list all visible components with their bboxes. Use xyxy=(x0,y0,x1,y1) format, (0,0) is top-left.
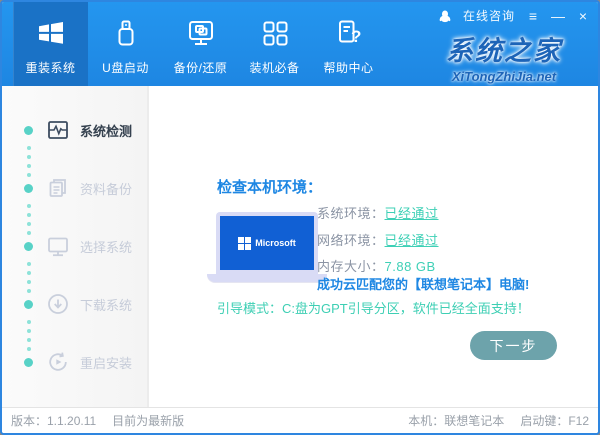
app-window: 重装系统 U盘启动 备份/还原 装机必备 ? 帮助中心 在线咨询 ≡ — × 系… xyxy=(0,0,600,435)
restart-install-icon xyxy=(46,350,70,374)
titlebar: 在线咨询 ≡ — × xyxy=(438,7,590,24)
menu-icon[interactable]: ≡ xyxy=(526,9,540,23)
step-dot xyxy=(24,299,33,309)
qq-icon xyxy=(438,9,452,23)
check-value: 7.88 GB xyxy=(384,259,436,274)
machine-text: 本机：联想笔记本 xyxy=(408,414,505,428)
step-dot xyxy=(24,125,33,135)
microsoft-logo-text: Microsoft xyxy=(255,238,296,248)
tab-essential-apps[interactable]: 装机必备 xyxy=(237,2,312,86)
cloud-match-message: 成功云匹配您的【联想笔记本】电脑! xyxy=(317,277,530,292)
check-label: 系统环境： xyxy=(317,206,385,221)
usb-drive-icon xyxy=(110,17,142,49)
step-system-detect[interactable]: 系统检测 xyxy=(2,115,147,145)
tab-reinstall-system[interactable]: 重装系统 xyxy=(13,2,88,86)
step-dot xyxy=(24,357,33,367)
steps-sidebar: 系统检测 资料备份 选择系统 下载系统 重启安装 xyxy=(2,86,149,407)
status-bar: 版本：1.1.20.11 目前为最新版 本机：联想笔记本 启动键：F12 xyxy=(2,407,598,433)
page-title: 检查本机环境： xyxy=(217,179,323,196)
download-system-icon xyxy=(46,292,70,316)
latest-version-text: 目前为最新版 xyxy=(112,414,185,428)
step-dot xyxy=(24,183,33,193)
step-data-backup[interactable]: 资料备份 xyxy=(2,173,147,203)
close-icon[interactable]: × xyxy=(576,9,590,23)
brand-logo: 系统之家 XiTongZhiJia.net xyxy=(422,29,586,84)
tab-label: 重装系统 xyxy=(25,61,76,75)
main-content: 检查本机环境： Microsoft 系统环境：已经通过 网络环境：已经通过 内存… xyxy=(151,86,598,407)
version-text: 版本：1.1.20.11 xyxy=(11,414,97,428)
tab-label: 装机必备 xyxy=(249,61,300,75)
tab-label: U盘启动 xyxy=(102,61,149,75)
step-restart-install[interactable]: 重启安装 xyxy=(2,347,147,377)
laptop-graphic: Microsoft xyxy=(207,212,327,282)
data-backup-icon xyxy=(46,176,70,200)
brand-subtitle: XiTongZhiJia.net xyxy=(451,69,557,84)
tab-label: 帮助中心 xyxy=(323,61,374,75)
svg-text:?: ? xyxy=(351,27,361,46)
step-download-system[interactable]: 下载系统 xyxy=(2,289,147,319)
brand-title: 系统之家 xyxy=(446,36,562,66)
backup-restore-icon xyxy=(185,17,217,49)
system-detect-icon xyxy=(46,118,70,142)
tab-help-center[interactable]: ? 帮助中心 xyxy=(311,2,386,86)
laptop-base xyxy=(207,274,327,282)
help-document-icon: ? xyxy=(333,17,365,49)
step-dot xyxy=(24,241,33,251)
app-grid-icon xyxy=(259,17,291,49)
minimize-icon[interactable]: — xyxy=(551,9,565,23)
boot-key-text: 启动键：F12 xyxy=(520,414,589,428)
check-label: 网络环境： xyxy=(317,233,385,248)
check-value[interactable]: 已经通过 xyxy=(385,233,439,248)
check-row-memory: 内存大小：7.88 GB xyxy=(317,256,436,275)
header: 重装系统 U盘启动 备份/还原 装机必备 ? 帮助中心 在线咨询 ≡ — × 系… xyxy=(2,2,598,86)
check-row-network: 网络环境：已经通过 xyxy=(317,230,439,249)
online-consult-link[interactable]: 在线咨询 xyxy=(463,7,515,24)
boot-mode-message: 引导模式：C:盘为GPT引导分区，软件已经全面支持！ xyxy=(217,301,530,316)
check-label: 内存大小： xyxy=(317,259,385,274)
choose-system-icon xyxy=(46,234,70,258)
microsoft-logo-icon xyxy=(238,236,252,250)
step-choose-system[interactable]: 选择系统 xyxy=(2,231,147,261)
check-row-system: 系统环境：已经通过 xyxy=(317,203,439,222)
check-value[interactable]: 已经通过 xyxy=(385,206,439,221)
next-step-button[interactable]: 下一步 xyxy=(470,331,557,360)
tab-backup-restore[interactable]: 备份/还原 xyxy=(163,2,238,86)
tab-label: 备份/还原 xyxy=(173,61,228,75)
tab-usb-boot[interactable]: U盘启动 xyxy=(88,2,163,86)
windows-logo-icon xyxy=(35,17,67,49)
